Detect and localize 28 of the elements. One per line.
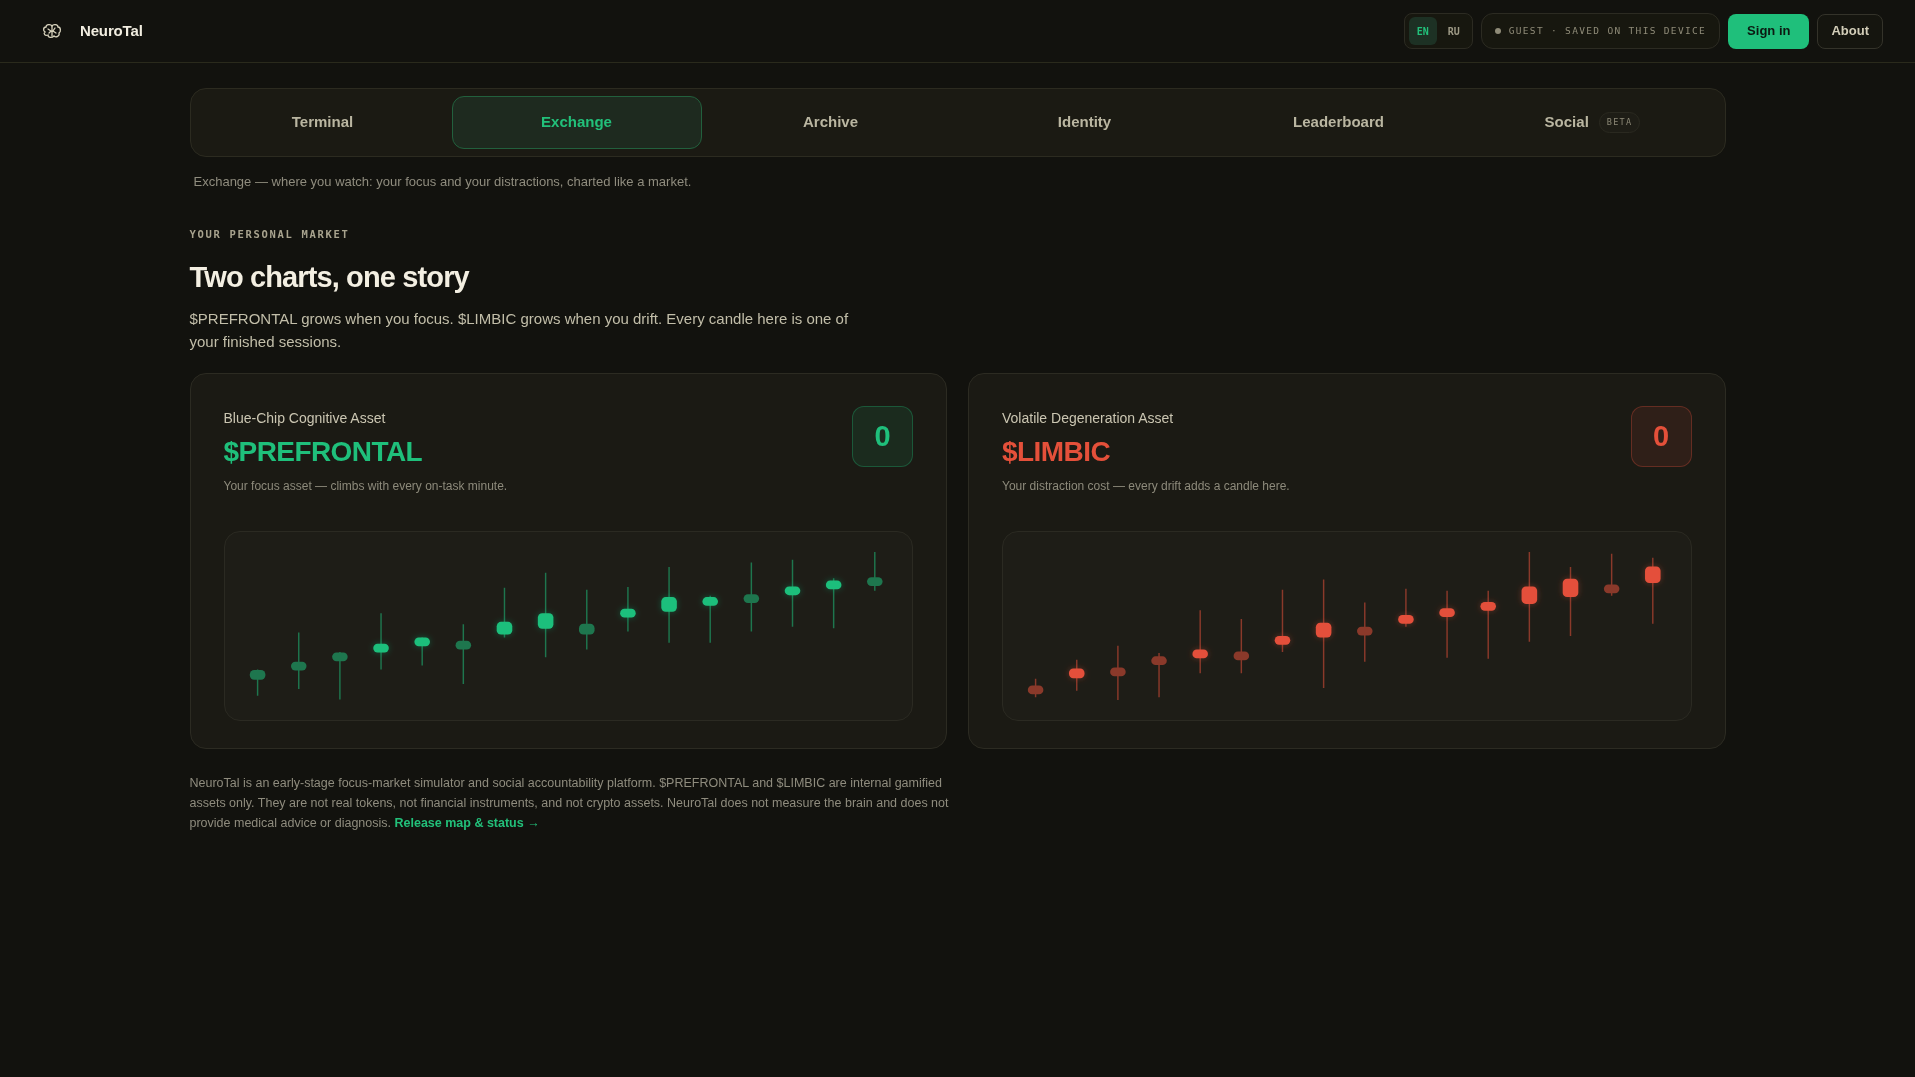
sign-in-button[interactable]: Sign in — [1728, 13, 1810, 49]
nav-tab[interactable]: Identity — [959, 96, 1210, 149]
status-text: GUEST · SAVED ON THIS DEVICE — [1508, 23, 1707, 38]
release-map-link[interactable]: Release map & status → — [394, 816, 540, 831]
asset-label: Volatile Degeneration Asset — [1002, 409, 1175, 429]
beta-badge: BETA — [1598, 112, 1641, 133]
asset-value-badge: 0 — [852, 406, 913, 468]
asset-caption: Your distraction cost — every drift adds a candle here. — [1002, 478, 1290, 496]
nav-tab[interactable]: Leaderboard — [1213, 96, 1464, 149]
nav-tab[interactable]: Social BETA — [1467, 96, 1718, 149]
section-eyebrow: YOUR PERSONAL MARKET — [189, 226, 351, 242]
language-option[interactable]: EN — [1408, 17, 1437, 45]
asset-caption: Your focus asset — climbs with every on-task minute. — [223, 478, 508, 496]
logo-icon — [42, 23, 62, 39]
language-option[interactable]: RU — [1439, 17, 1468, 45]
nav-tab[interactable]: Exchange — [451, 96, 702, 149]
nav-tab[interactable]: Archive — [705, 96, 956, 149]
brand-name: NeuroTal — [80, 20, 143, 41]
disclaimer-text: NeuroTal is an early-stage focus-market simulator and social accountability platform. $PREFRONTAL and $LIMBIC are internal gamified assets only. They are not real tokens, not financial instruments, and not crypto assets. NeuroTal does not measure the brain and does not provide medical advice or diagnosis. Release map & status → — [189, 775, 950, 833]
asset-value-badge: 0 — [1630, 406, 1692, 468]
section-title: Two charts, one story — [189, 260, 471, 295]
nav-tab[interactable]: Terminal — [197, 96, 448, 149]
asset-ticker: $LIMBIC — [1002, 435, 1112, 470]
asset-label: Blue-Chip Cognitive Asset — [223, 409, 387, 429]
asset-ticker: $PREFRONTAL — [223, 435, 424, 470]
section-description: $PREFRONTAL grows when you focus. $LIMBIC grows when you drift. Every candle here is one of your finished sessions. — [189, 309, 850, 353]
tab-description: Exchange — where you watch: your focus and your distractions, charted like a market. — [193, 173, 693, 191]
about-button[interactable]: About — [1817, 13, 1883, 49]
